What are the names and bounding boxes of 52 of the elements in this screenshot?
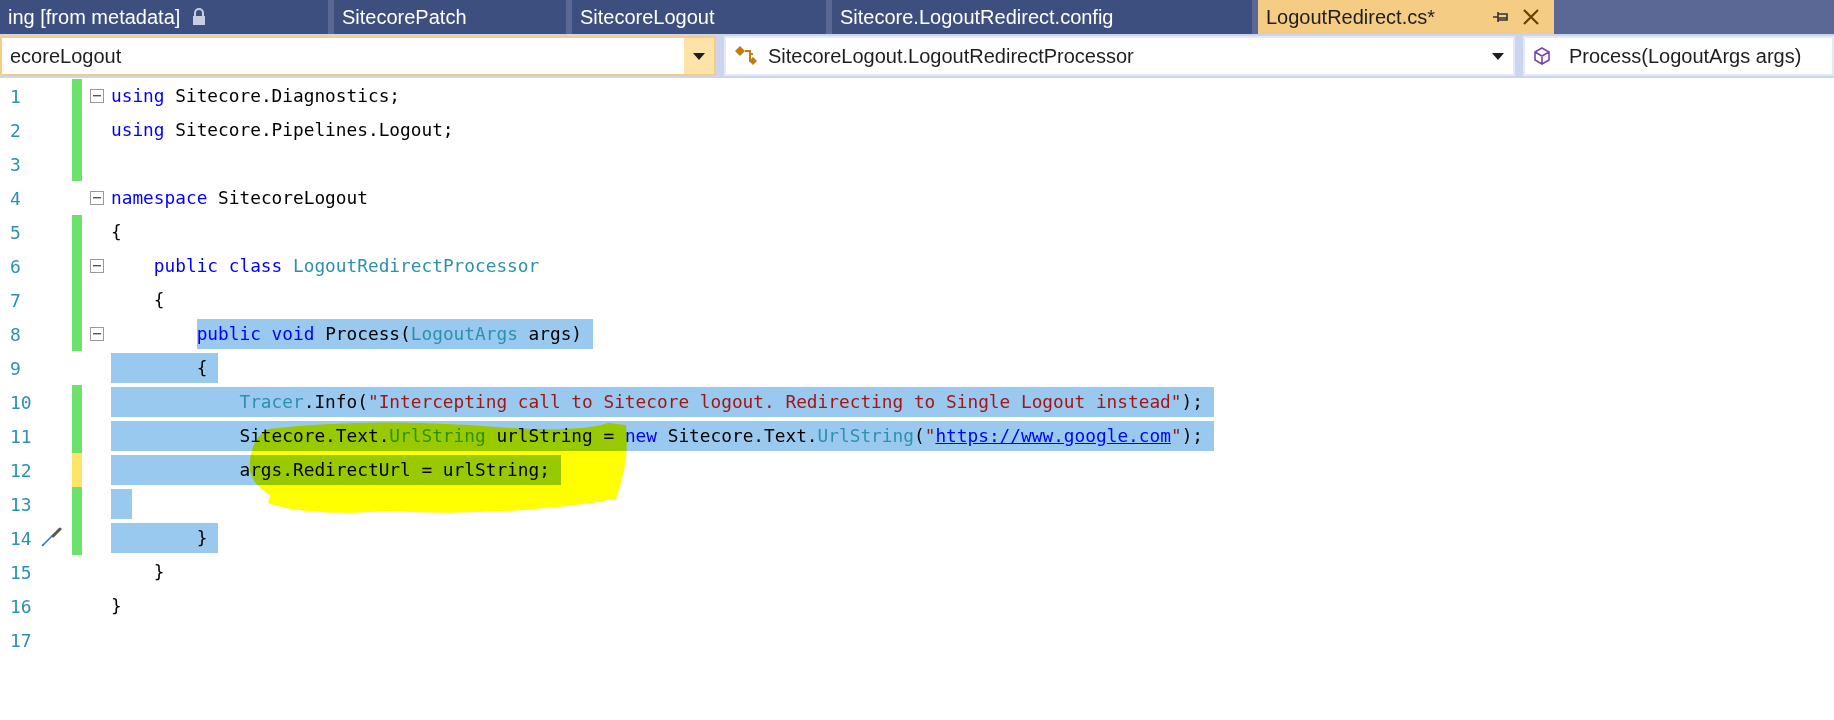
- code-line: using Sitecore.Diagnostics;: [111, 84, 401, 108]
- selected-code: }: [111, 523, 219, 553]
- close-icon[interactable]: [1522, 8, 1540, 26]
- collapse-toggle[interactable]: [89, 89, 104, 103]
- cube-icon: [1533, 47, 1551, 65]
- pin-icon[interactable]: [1492, 9, 1510, 25]
- code-line: using Sitecore.Pipelines.Logout;: [111, 118, 454, 142]
- minus-icon: [92, 197, 101, 199]
- code-line: public class LogoutRedirectProcessor: [152, 254, 540, 278]
- document-tab[interactable]: Sitecore.LogoutRedirect.config: [832, 0, 1252, 34]
- minus-icon: [92, 265, 101, 267]
- code-line: namespace SitecoreLogout: [111, 186, 368, 210]
- line-number: 16: [10, 595, 32, 617]
- line-number: 9: [10, 357, 21, 379]
- line-number: 15: [10, 561, 32, 583]
- screwdriver-icon[interactable]: [40, 527, 62, 549]
- project-dropdown[interactable]: ecoreLogout: [0, 36, 716, 76]
- line-number: 1: [10, 85, 21, 107]
- line-number: 11: [10, 425, 32, 447]
- document-tab[interactable]: SitecorePatch: [334, 0, 566, 34]
- document-tab[interactable]: ing [from metadata]: [0, 0, 328, 34]
- code-line: {: [152, 288, 165, 312]
- caret-icon: [693, 52, 705, 60]
- class-icon: [734, 45, 758, 67]
- line-number: 2: [10, 119, 21, 141]
- line-number: 6: [10, 255, 21, 277]
- minus-icon: [92, 333, 101, 335]
- code-line: {: [111, 220, 122, 244]
- type-dropdown[interactable]: SitecoreLogout.LogoutRedirectProcessor: [724, 36, 1515, 76]
- document-tab[interactable]: SitecoreLogout: [572, 0, 826, 34]
- document-tab[interactable]: LogoutRedirect.cs*: [1258, 0, 1554, 34]
- line-number: 4: [10, 187, 21, 209]
- line-number: 3: [10, 153, 21, 175]
- line-number: 10: [10, 391, 32, 413]
- line-number: 7: [10, 289, 21, 311]
- selected-code: Tracer.Info("Intercepting call to Sitecore logout. Redirecting to Single Logout instead");: [111, 387, 1214, 417]
- collapse-toggle[interactable]: [89, 327, 104, 341]
- collapse-toggle[interactable]: [89, 191, 104, 205]
- code-line: }: [111, 594, 122, 618]
- caret-icon: [1492, 52, 1504, 60]
- code-line: }: [152, 560, 165, 584]
- member-dropdown[interactable]: Process(LogoutArgs args): [1523, 36, 1834, 76]
- minus-icon: [92, 95, 101, 97]
- line-number: 17: [10, 629, 32, 651]
- line-number: 13: [10, 493, 32, 515]
- collapse-toggle[interactable]: [89, 259, 104, 273]
- line-number: 14: [10, 527, 32, 549]
- line-number: 8: [10, 323, 21, 345]
- line-number: 12: [10, 459, 32, 481]
- selected-code: {: [111, 353, 219, 383]
- line-number: 5: [10, 221, 21, 243]
- selected-code: public void Process(LogoutArgs args): [196, 319, 593, 349]
